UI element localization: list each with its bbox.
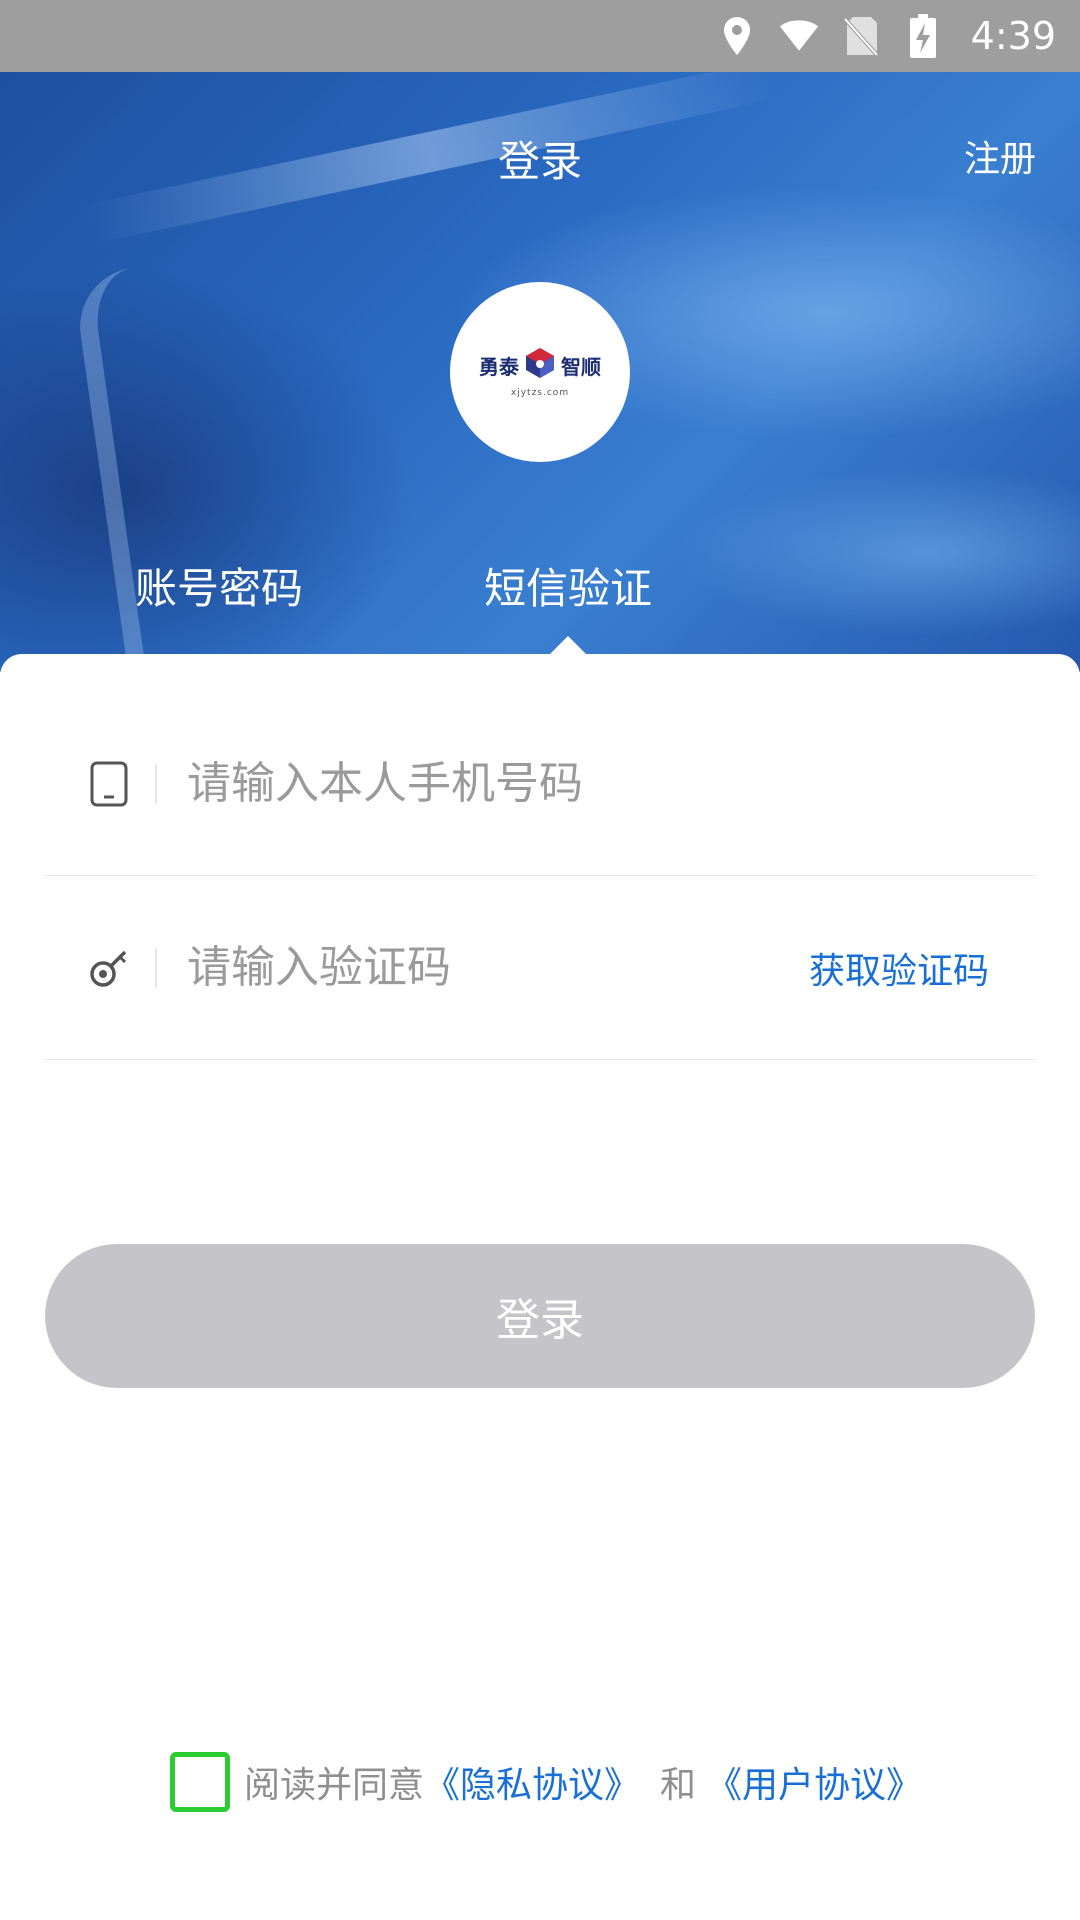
location-icon (717, 14, 757, 58)
user-agreement-link[interactable]: 《用户协议》 (706, 1756, 922, 1808)
phone-icon (87, 761, 131, 806)
field-divider (155, 947, 157, 988)
logo-subtext: xjytzs.com (510, 388, 570, 398)
agreement-checkbox[interactable] (170, 1752, 230, 1812)
register-link[interactable]: 注册 (964, 130, 1036, 182)
agreement-row: 阅读并同意 《隐私协议》 和 《用户协议》 (170, 1752, 922, 1812)
page-title: 登录 (497, 137, 582, 186)
tab-sms-verification[interactable]: 短信验证 (484, 555, 652, 616)
agreement-and: 和 (660, 1765, 697, 1806)
agreement-prefix: 阅读并同意 (244, 1765, 425, 1806)
logo-right-text: 智顺 (561, 354, 601, 379)
wifi-icon (779, 14, 819, 58)
tab-account-password[interactable]: 账号密码 (135, 555, 303, 616)
get-code-button[interactable]: 获取验证码 (809, 942, 989, 994)
active-tab-indicator (550, 636, 586, 654)
phone-input[interactable] (187, 758, 1035, 809)
status-time: 4:39 (970, 14, 1056, 58)
status-bar: 4:39 (0, 0, 1080, 72)
no-sim-icon (841, 14, 881, 58)
phone-field-row (45, 692, 1035, 876)
code-field-row: 获取验证码 (45, 876, 1035, 1060)
field-divider (155, 763, 157, 804)
logo-cube-icon (523, 346, 557, 384)
key-icon (87, 946, 131, 990)
verification-code-input[interactable] (187, 942, 809, 993)
logo-left-text: 勇泰 (479, 354, 519, 379)
battery-charging-icon (903, 14, 943, 58)
privacy-policy-link[interactable]: 《隐私协议》 (424, 1756, 640, 1808)
login-button[interactable]: 登录 (45, 1244, 1035, 1388)
app-logo: 勇泰 智顺 xjytzs.com (450, 282, 630, 462)
